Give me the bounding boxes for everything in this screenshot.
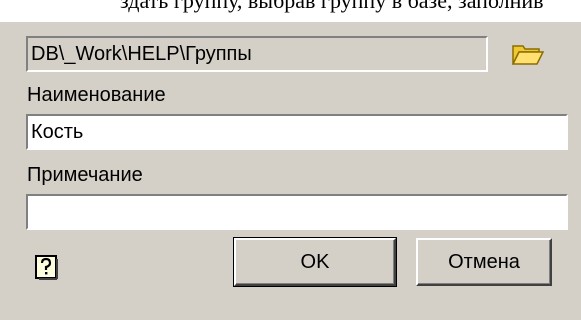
name-input[interactable]: Кость [26,114,568,150]
path-field: DB\_Work\HELP\Группы [26,36,488,72]
browse-folder-button[interactable] [508,38,548,70]
ok-button[interactable]: OK [233,237,397,287]
screenshot: здать группу, выбрав группу в базе, запо… [0,0,581,320]
cancel-button[interactable]: Отмена [416,238,552,286]
group-dialog: DB\_Work\HELP\Группы Наименование Кость … [0,22,581,320]
help-question-icon [35,255,58,280]
note-label: Примечание [27,164,143,186]
help-button[interactable] [34,254,60,282]
note-input[interactable] [26,194,568,230]
document-text-fragment: здать группу, выбрав группу в базе, запо… [0,0,581,22]
clipped-document-text: здать группу, выбрав группу в базе, запо… [120,0,544,13]
folder-open-icon [511,45,545,65]
name-label: Наименование [27,84,166,106]
